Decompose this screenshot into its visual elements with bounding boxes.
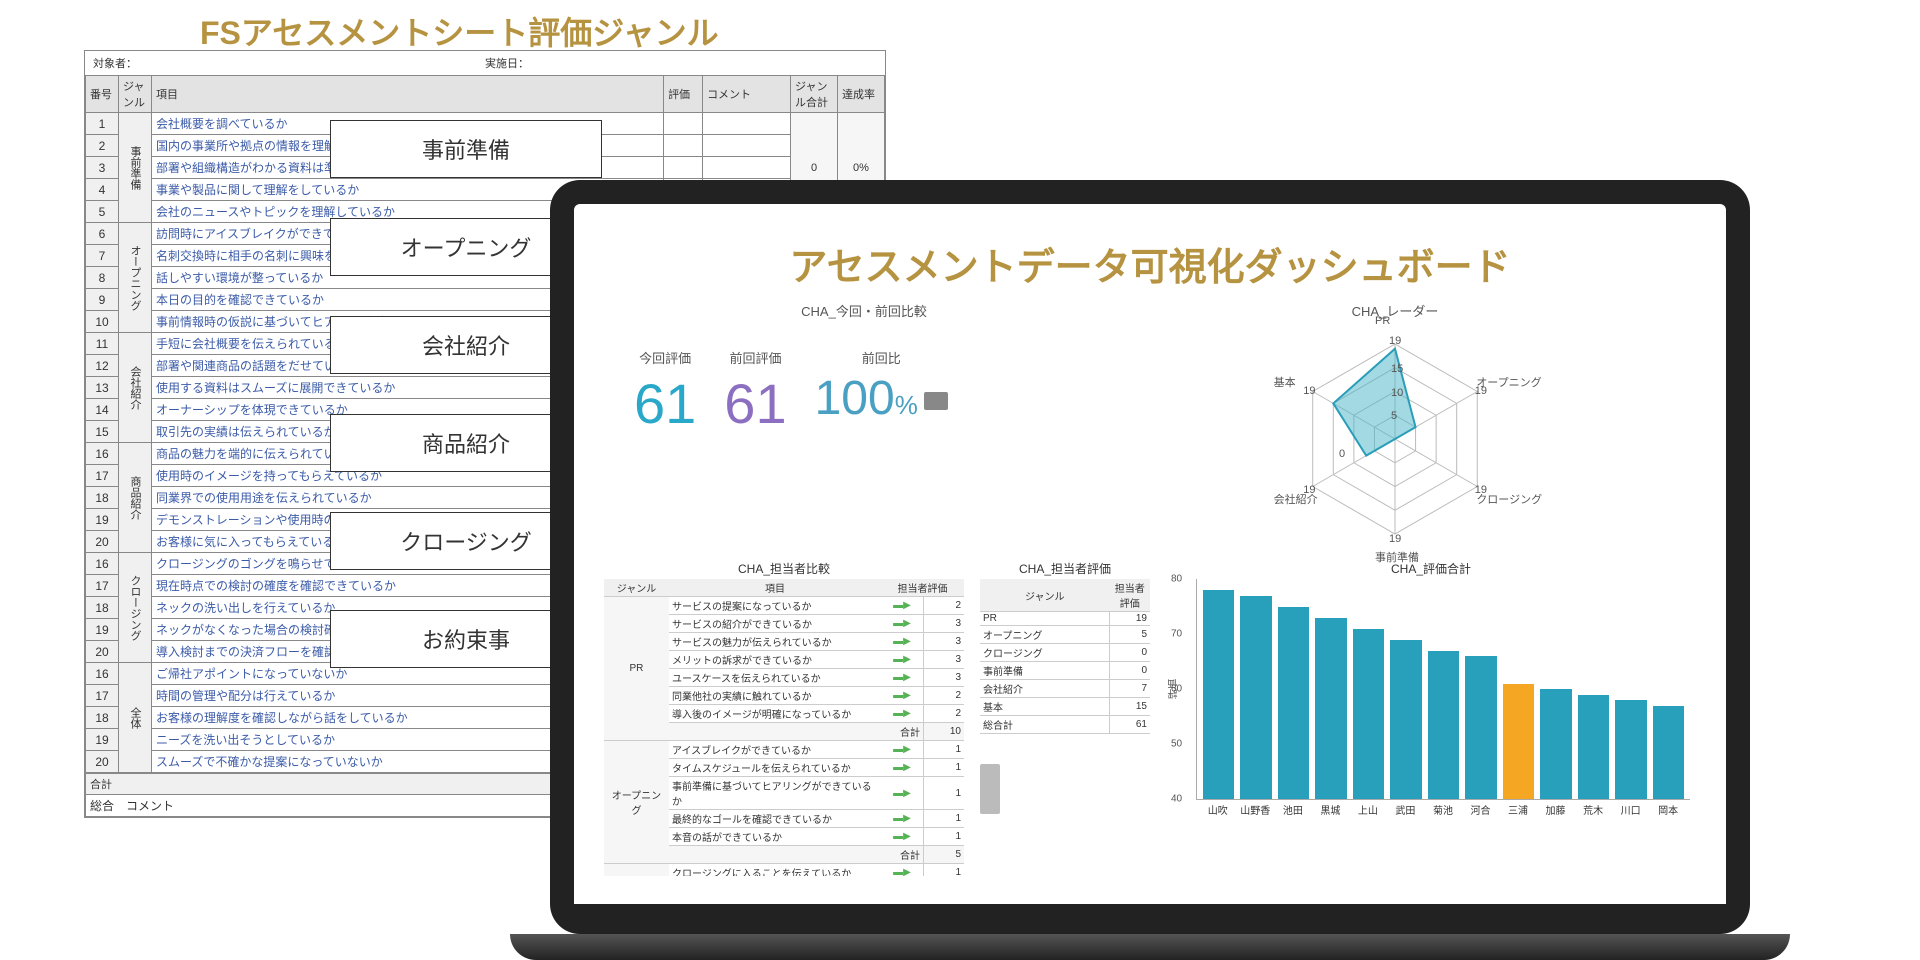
sparkline-icon: ▬▶: [881, 759, 924, 777]
bar[interactable]: [1503, 684, 1534, 800]
bar-xlabel: 山野香: [1240, 802, 1272, 817]
sparkline-icon: ▬▶: [881, 633, 924, 651]
detail-item: 導入後のイメージが明確になっているか: [669, 705, 881, 723]
bar[interactable]: [1315, 618, 1346, 800]
summary-value: 5: [1110, 626, 1151, 644]
bar-xlabel: 上山: [1352, 802, 1384, 817]
kpi-value: 61: [724, 371, 786, 436]
summary-value: 15: [1110, 698, 1151, 716]
summary-genre: オープニング: [980, 626, 1110, 644]
bar[interactable]: [1578, 695, 1609, 800]
col-sum: ジャンル合計: [791, 76, 838, 113]
sparkline-icon: ▬▶: [881, 864, 924, 877]
kpi-value: 100%: [815, 371, 948, 426]
detail-item: 最終的なゴールを確認できているか: [669, 810, 881, 828]
radar-axis-label: PR: [1375, 315, 1390, 327]
summary-value: 7: [1110, 680, 1151, 698]
summary-genre: 会社紹介: [980, 680, 1110, 698]
sparkline-icon: ▬▶: [881, 687, 924, 705]
kpi-dropdown[interactable]: [924, 392, 948, 410]
bar-xlabel: 黒城: [1315, 802, 1347, 817]
bar[interactable]: [1653, 706, 1684, 800]
radar-chart: [1235, 321, 1555, 553]
summary-genre: PR: [980, 612, 1110, 626]
summary-genre: 基本: [980, 698, 1110, 716]
sheet-title: FSアセスメントシート評価ジャンル: [200, 8, 719, 54]
radar-title: CHA_レーダー: [1094, 301, 1696, 320]
col-item: 項目: [152, 76, 664, 113]
col-genre: ジャンル: [119, 76, 152, 113]
sparkline-icon: ▬▶: [881, 828, 924, 846]
genre-label-box: 事前準備: [330, 120, 602, 178]
bar[interactable]: [1615, 700, 1646, 799]
bar-xlabel: 池田: [1277, 802, 1309, 817]
table-left-title: CHA_担当者比較: [604, 560, 964, 577]
detail-genre: オープニング: [604, 741, 669, 864]
sparkline-icon: ▬▶: [881, 651, 924, 669]
sparkline-icon: ▬▶: [881, 777, 924, 810]
detail-genre: クロージング: [604, 864, 669, 877]
bar-xlabel: 三浦: [1502, 802, 1534, 817]
detail-item: タイムスケジュールを伝えられているか: [669, 759, 881, 777]
sparkline-icon: ▬▶: [881, 615, 924, 633]
col-rate: 達成率: [838, 76, 885, 113]
radar-axis-label: 基本: [1274, 374, 1296, 390]
bar[interactable]: [1390, 640, 1421, 800]
detail-item: 本音の話ができているか: [669, 828, 881, 846]
kpi-value: 61: [634, 371, 696, 436]
bar[interactable]: [1278, 607, 1309, 800]
kpi-label: 今回評価: [634, 348, 696, 367]
sparkline-icon: ▬▶: [881, 705, 924, 723]
detail-item: サービスの紹介ができているか: [669, 615, 881, 633]
col-eval: 評価: [664, 76, 703, 113]
summary-value: 0: [1110, 662, 1151, 680]
detail-item: アイスブレイクができているか: [669, 741, 881, 759]
bar[interactable]: [1203, 590, 1234, 799]
meta-date: 実施日：: [485, 55, 877, 71]
bar-xlabel: 武田: [1390, 802, 1422, 817]
summary-value: 61: [1110, 716, 1151, 734]
bar-xlabel: 荒木: [1577, 802, 1609, 817]
bar-xlabel: 菊池: [1427, 802, 1459, 817]
detail-item: サービスの提案になっているか: [669, 597, 881, 615]
sparkline-icon: ▬▶: [881, 669, 924, 687]
laptop-mockup: アセスメントデータ可視化ダッシュボード CHA_今回・前回比較 今回評価 61 前…: [550, 180, 1750, 960]
detail-genre: PR: [604, 597, 669, 741]
sparkline-icon: ▬▶: [881, 810, 924, 828]
summary-value: 0: [1110, 644, 1151, 662]
detail-item: クロージングに入ることを伝えているか: [669, 864, 881, 877]
filter-dropdown[interactable]: [980, 764, 1000, 814]
summary-value: 19: [1110, 612, 1151, 626]
bar[interactable]: [1240, 596, 1271, 800]
summary-genre: クロージング: [980, 644, 1110, 662]
bar[interactable]: [1465, 656, 1496, 799]
bar-chart-title: CHA_評価合計: [1166, 560, 1696, 577]
meta-target: 対象者：: [93, 55, 485, 71]
detail-item: メリットの訴求ができているか: [669, 651, 881, 669]
detail-item: 事前準備に基づいてヒアリングができているか: [669, 777, 881, 810]
summary-genre: 事前準備: [980, 662, 1110, 680]
bar-xlabel: 山吹: [1202, 802, 1234, 817]
bar[interactable]: [1353, 629, 1384, 800]
col-cmt: コメント: [703, 76, 791, 113]
radar-axis-label: 事前準備: [1375, 549, 1419, 565]
detail-item: ユースケースを伝えられているか: [669, 669, 881, 687]
bar[interactable]: [1540, 689, 1571, 799]
bar[interactable]: [1428, 651, 1459, 800]
bar-xlabel: 川口: [1615, 802, 1647, 817]
sparkline-icon: ▬▶: [881, 597, 924, 615]
detail-item: 同業他社の実績に触れているか: [669, 687, 881, 705]
bar-xlabel: 加藤: [1540, 802, 1572, 817]
kpi-label: 前回評価: [724, 348, 786, 367]
detail-item: サービスの魅力が伝えられているか: [669, 633, 881, 651]
col-no: 番号: [86, 76, 119, 113]
summary-genre: 総合計: [980, 716, 1110, 734]
sparkline-icon: ▬▶: [881, 741, 924, 759]
bar-xlabel: 河合: [1465, 802, 1497, 817]
bar-xlabel: 岡本: [1652, 802, 1684, 817]
kpi-caption: CHA_今回・前回比較: [634, 301, 1094, 320]
dashboard-title: アセスメントデータ可視化ダッシュボード: [604, 236, 1696, 291]
table-right-title: CHA_担当者評価: [980, 560, 1150, 577]
kpi-label: 前回比: [815, 348, 948, 367]
